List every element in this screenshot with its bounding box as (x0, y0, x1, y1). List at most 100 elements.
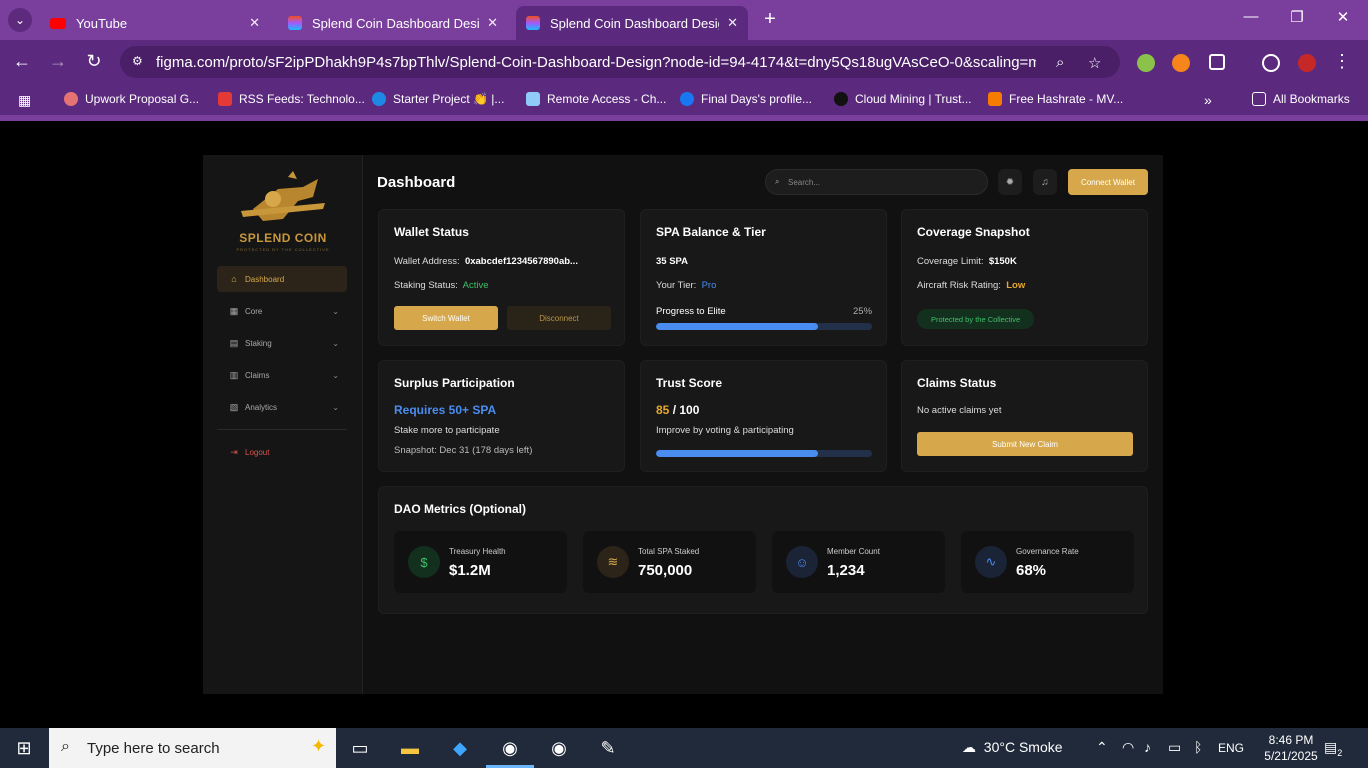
toolbar: ← → ↻ ⚙ figma.com/proto/sF2ipPDhakh9P4s7… (0, 40, 1368, 85)
bluetooth-icon[interactable]: ᛒ (1194, 739, 1202, 755)
forward-button[interactable]: → (46, 51, 70, 72)
more-bookmarks-icon[interactable]: » (1204, 92, 1212, 108)
task-view-icon[interactable]: ▭ (346, 734, 374, 762)
bell-icon: ♫ (1041, 176, 1049, 188)
bookmark-remote[interactable]: Remote Access - Ch... (526, 92, 666, 106)
zoom-icon[interactable]: ⌕ (1056, 54, 1064, 71)
tab-youtube[interactable]: YouTube ✕ (40, 6, 270, 40)
file-explorer-icon[interactable]: ▬ (396, 734, 424, 762)
card-title: Coverage Snapshot (917, 225, 1030, 239)
card-title: Surplus Participation (394, 376, 515, 390)
close-tab-icon[interactable]: ✕ (727, 15, 738, 31)
system-clock[interactable]: 8:46 PM 5/21/2025 (1256, 732, 1326, 764)
tray-chevron-icon[interactable]: ⌃ (1096, 739, 1108, 756)
chevron-down-icon: ⌄ (332, 370, 339, 380)
minimize-button[interactable]: — (1236, 8, 1266, 25)
card-title: Wallet Status (394, 225, 469, 239)
all-bookmarks[interactable]: All Bookmarks (1252, 92, 1350, 106)
tier-row: Your Tier: Pro (656, 280, 717, 291)
paint-icon[interactable]: ✎ (594, 734, 622, 762)
apps-grid-icon[interactable]: ▦ (18, 92, 31, 109)
metamask-icon[interactable] (1172, 54, 1190, 72)
bookmark-hashrate[interactable]: Free Hashrate - MV... (988, 92, 1123, 106)
new-tab-button[interactable]: + (758, 8, 782, 31)
reload-button[interactable]: ↻ (82, 51, 106, 72)
staking-status-row: Staking Status: Active (394, 280, 489, 291)
tab-figma-1[interactable]: Splend Coin Dashboard Design ✕ (278, 6, 508, 40)
bookmark-star-icon[interactable]: ☆ (1088, 54, 1101, 72)
figma-icon (288, 16, 302, 30)
risk-rating-value: Low (1006, 280, 1026, 291)
battery-icon[interactable]: ▭ (1168, 739, 1181, 756)
trust-hint: Improve by voting & participating (656, 425, 794, 436)
extensions-puzzle-icon[interactable] (1209, 54, 1225, 70)
sidebar-item-core[interactable]: ▦ Core ⌄ (217, 298, 347, 324)
sidebar: SPLEND COIN PROTECTED BY THE COLLECTIVE … (203, 155, 363, 694)
sidebar-item-claims[interactable]: ▥ Claims ⌄ (217, 362, 347, 388)
notifications-icon[interactable]: ▤2 (1324, 739, 1342, 758)
tab-figma-active[interactable]: Splend Coin Dashboard Design ✕ (516, 6, 748, 40)
logo-tagline: PROTECTED BY THE COLLECTIVE (236, 247, 330, 252)
figma-icon (526, 16, 540, 30)
chrome-icon[interactable]: ◉ (496, 734, 524, 762)
back-button[interactable]: ← (10, 51, 34, 72)
bookmark-facebook[interactable]: Final Days's profile... (680, 92, 812, 106)
search-input[interactable]: ⌕ Search... (765, 169, 988, 195)
volume-icon[interactable]: ♪ (1144, 739, 1151, 755)
progress-fill (656, 450, 818, 457)
notifications-button[interactable]: ♫ (1033, 169, 1057, 195)
dao-metrics-card: DAO Metrics (Optional) $ Treasury Health… (378, 486, 1148, 614)
analytics-icon: ▧ (229, 401, 239, 412)
tab-search-button[interactable]: ⌄ (8, 8, 32, 32)
close-tab-icon[interactable]: ✕ (249, 15, 260, 31)
bookmark-rss[interactable]: RSS Feeds: Technolo... (218, 92, 365, 106)
switch-wallet-button[interactable]: Switch Wallet (394, 306, 498, 330)
sidebar-divider (217, 429, 347, 430)
profile-avatar[interactable] (1298, 54, 1316, 72)
wifi-icon[interactable]: ◠ (1122, 739, 1134, 756)
bookmark-cloud-mining[interactable]: Cloud Mining | Trust... (834, 92, 972, 106)
submit-claim-button[interactable]: Submit New Claim (917, 432, 1133, 456)
layers-icon: ≋ (597, 546, 629, 578)
requirement-text: Requires 50+ SPA (394, 403, 497, 417)
taskbar-search-input[interactable]: ⌕ Type here to search ✦ (49, 728, 336, 768)
home-icon: ⌂ (231, 274, 237, 284)
site-info-icon[interactable]: ⚙ (132, 54, 143, 68)
weather-icon: ☁ (962, 739, 976, 755)
extension-icon[interactable] (1137, 54, 1155, 72)
weather-widget[interactable]: ☁ 30°C Smoke (962, 739, 1063, 756)
metric-governance-rate: ∿ Governance Rate 68% (961, 531, 1134, 593)
claims-status-card: Claims Status No active claims yet Submi… (901, 360, 1148, 472)
connect-wallet-button[interactable]: Connect Wallet (1068, 169, 1148, 195)
dashboard-frame: SPLEND COIN PROTECTED BY THE COLLECTIVE … (203, 155, 1163, 694)
chrome-profile-icon[interactable]: ◉ (545, 734, 573, 762)
disconnect-button[interactable]: Disconnect (507, 306, 611, 330)
sidebar-item-analytics[interactable]: ▧ Analytics ⌄ (217, 394, 347, 420)
bookmark-upwork[interactable]: Upwork Proposal G... (64, 92, 199, 106)
language-indicator[interactable]: ENG (1218, 741, 1244, 755)
page-title: Dashboard (377, 174, 456, 191)
risk-rating-row: Aircraft Risk Rating: Low (917, 280, 1026, 291)
address-bar[interactable]: ⚙ figma.com/proto/sF2ipPDhakh9P4s7bpThlv… (120, 46, 1120, 78)
card-title: Trust Score (656, 376, 723, 390)
restore-button[interactable]: ❐ (1282, 8, 1312, 26)
metric-member-count: ☺ Member Count 1,234 (772, 531, 945, 593)
close-window-button[interactable]: ✕ (1328, 8, 1358, 26)
windows-start-icon[interactable]: ⊞ (10, 734, 38, 762)
menu-kebab-icon[interactable]: ⋮ (1330, 51, 1354, 72)
progress-label: Progress to Elite (656, 306, 726, 317)
activity-icon: ∿ (975, 546, 1007, 578)
vscode-icon[interactable]: ◆ (446, 734, 474, 762)
wallet-address-row: Wallet Address: 0xabcdef1234567890ab... (394, 256, 578, 267)
logout-button[interactable]: ⇥ Logout (217, 439, 347, 465)
youtube-icon (50, 17, 66, 29)
tab-strip: ⌄ YouTube ✕ Splend Coin Dashboard Design… (0, 0, 1368, 40)
performance-icon[interactable] (1262, 54, 1280, 72)
sidebar-item-dashboard[interactable]: ⌂ Dashboard (217, 266, 347, 292)
bookmark-starter[interactable]: Starter Project 👏 |... (372, 92, 504, 106)
theme-toggle-button[interactable]: ✹ (998, 169, 1022, 195)
sidebar-item-staking[interactable]: ▤ Staking ⌄ (217, 330, 347, 356)
close-tab-icon[interactable]: ✕ (487, 15, 498, 31)
taskbar: ⊞ ⌕ Type here to search ✦ ▭ ▬ ◆ ◉ ◉ ✎ ☁ … (0, 728, 1368, 768)
staking-icon: ▤ (229, 337, 239, 348)
